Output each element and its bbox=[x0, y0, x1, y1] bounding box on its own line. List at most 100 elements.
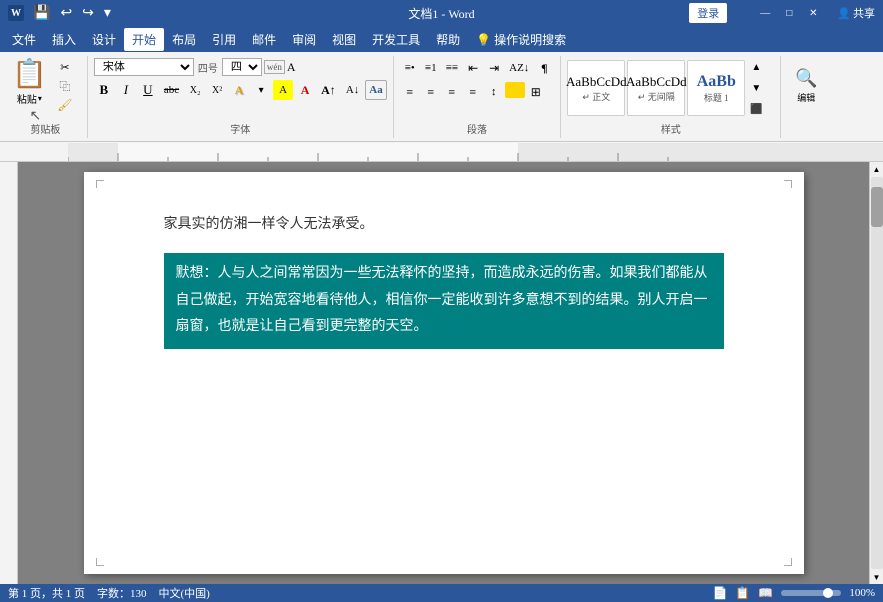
corner-tl bbox=[96, 180, 104, 188]
show-hide-btn[interactable]: ¶ bbox=[534, 58, 554, 78]
title-bar: W 💾 ↩ ↪ ▾ 文档1 - Word 登录 — □ ✕ 👤 共享 bbox=[0, 0, 883, 26]
copy-button[interactable]: ⿻ bbox=[51, 77, 79, 95]
view-read-btn[interactable]: 📄 bbox=[712, 586, 727, 601]
word-count: 字数：130 bbox=[97, 585, 147, 601]
save-quick-btn[interactable]: 💾 bbox=[30, 3, 53, 24]
borders-btn[interactable]: ⊞ bbox=[526, 82, 546, 102]
align-justify-btn[interactable]: ≡ bbox=[463, 82, 483, 102]
clipboard-group: 📋 粘贴▾ ✂ ⿻ 🖌 ↖ bbox=[4, 56, 88, 138]
styles-scroll-up[interactable]: ▲ bbox=[748, 58, 764, 76]
multilevel-list-btn[interactable]: ≡≡ bbox=[442, 58, 462, 78]
style-normal[interactable]: AaBbCcDd ↵ 正文 bbox=[567, 60, 625, 116]
font-size-select[interactable]: 四号 三号 二号 bbox=[222, 58, 262, 76]
zoom-level[interactable]: 100% bbox=[849, 587, 875, 599]
view-web-btn[interactable]: 📖 bbox=[758, 586, 773, 601]
sort-btn[interactable]: AZ↓ bbox=[505, 58, 533, 78]
font-size-increase-btn[interactable]: wén bbox=[264, 60, 285, 74]
menu-insert[interactable]: 插入 bbox=[44, 28, 84, 51]
text-effect-button[interactable]: A bbox=[229, 80, 249, 100]
strikethrough-button[interactable]: abc bbox=[160, 80, 183, 100]
subscript-button[interactable]: X₂ bbox=[185, 80, 205, 100]
style-h1-label: 标题 1 bbox=[704, 91, 729, 104]
superscript-button[interactable]: X² bbox=[207, 80, 227, 100]
bold-button[interactable]: B bbox=[94, 80, 114, 100]
menu-search[interactable]: 💡 操作说明搜索 bbox=[468, 28, 574, 51]
status-right: 📄 📋 📖 100% bbox=[712, 586, 875, 601]
bullet-list-btn[interactable]: ≡• bbox=[400, 58, 420, 78]
highlighted-text-block[interactable]: 默想：人与人之间常常因为一些无法释怀的坚持，而造成永远的伤害。如果我们都能从自己… bbox=[164, 253, 724, 349]
increase-indent-btn[interactable]: ⇥ bbox=[484, 58, 504, 78]
status-bar: 第 1 页，共 1 页 字数：130 中文(中国) 📄 📋 📖 100% bbox=[0, 584, 883, 602]
decrease-indent-btn[interactable]: ⇤ bbox=[463, 58, 483, 78]
zoom-slider[interactable] bbox=[781, 590, 841, 596]
search-button[interactable]: 🔍 编辑 bbox=[787, 58, 825, 114]
style-normal-preview: AaBbCcDd bbox=[566, 74, 627, 90]
grow-font-btn[interactable]: A↑ bbox=[317, 80, 340, 100]
page[interactable]: 家具实的仿湘一样令人无法承受。 默想：人与人之间常常因为一些无法释怀的坚持，而造… bbox=[84, 172, 804, 574]
share-icon: 👤 bbox=[837, 7, 851, 20]
login-button[interactable]: 登录 bbox=[689, 3, 727, 23]
share-button[interactable]: 👤 共享 bbox=[837, 5, 875, 21]
scroll-down-btn[interactable]: ▼ bbox=[870, 570, 883, 584]
paragraph-label: 段落 bbox=[394, 121, 561, 136]
minimize-button[interactable]: — bbox=[755, 5, 775, 21]
view-print-btn[interactable]: 📋 bbox=[735, 586, 750, 601]
clipboard-area: 📋 粘贴▾ ✂ ⿻ 🖌 ↖ bbox=[10, 58, 79, 126]
doc-scroll-area: 家具实的仿湘一样令人无法承受。 默想：人与人之间常常因为一些无法释怀的坚持，而造… bbox=[18, 162, 869, 584]
font-row1: 宋体 四号 四号 三号 二号 wén A⃝ bbox=[94, 58, 387, 76]
underline-button-group: U bbox=[138, 80, 158, 100]
menu-view[interactable]: 视图 bbox=[324, 28, 364, 51]
styles-expand-btn[interactable]: ⬛ bbox=[748, 100, 764, 118]
menu-design[interactable]: 设计 bbox=[84, 28, 124, 51]
paste-button[interactable]: 📋 粘贴▾ bbox=[10, 58, 49, 108]
styles-group: AaBbCcDd ↵ 正文 AaBbCcDd ↵ 无间隔 AaBb 标题 1 ▲… bbox=[561, 56, 781, 138]
clipboard-small-buttons: ✂ ⿻ 🖌 bbox=[51, 58, 79, 114]
styles-scroll-down[interactable]: ▼ bbox=[748, 79, 764, 97]
cut-button[interactable]: ✂ bbox=[51, 58, 79, 76]
align-left-btn[interactable]: ≡ bbox=[400, 82, 420, 102]
font-color-dropdown[interactable]: ▾ bbox=[251, 80, 271, 100]
style-no-space[interactable]: AaBbCcDd ↵ 无间隔 bbox=[627, 60, 685, 116]
menu-developer[interactable]: 开发工具 bbox=[364, 28, 428, 51]
shading-btn[interactable] bbox=[505, 82, 525, 98]
styles-scroll-buttons: ▲ ▼ ⬛ bbox=[748, 58, 764, 118]
change-case-btn[interactable]: Aa bbox=[365, 80, 386, 100]
menu-reference[interactable]: 引用 bbox=[204, 28, 244, 51]
numbered-list-btn[interactable]: ≡1 bbox=[421, 58, 441, 78]
font-label: 字体 bbox=[88, 121, 393, 136]
close-button[interactable]: ✕ bbox=[803, 5, 823, 21]
corner-br bbox=[784, 558, 792, 566]
menu-review[interactable]: 审阅 bbox=[284, 28, 324, 51]
font-name-select[interactable]: 宋体 bbox=[94, 58, 194, 76]
style-heading1[interactable]: AaBb 标题 1 bbox=[687, 60, 745, 116]
scroll-thumb[interactable] bbox=[871, 187, 883, 227]
font-size-label: 四号 bbox=[196, 60, 220, 75]
underline-button[interactable]: U bbox=[138, 80, 158, 100]
scroll-up-btn[interactable]: ▲ bbox=[870, 162, 883, 176]
menu-bar: 文件 插入 设计 开始 布局 引用 邮件 审阅 视图 开发工具 帮助 💡 操作说… bbox=[0, 26, 883, 52]
font-clear-btn[interactable]: A⃝ bbox=[287, 60, 305, 75]
menu-help[interactable]: 帮助 bbox=[428, 28, 468, 51]
menu-file[interactable]: 文件 bbox=[4, 28, 44, 51]
undo-quick-btn[interactable]: ↩ bbox=[57, 3, 75, 24]
shrink-font-btn[interactable]: A↓ bbox=[342, 80, 363, 100]
line-spacing-btn[interactable]: ↕ bbox=[484, 82, 504, 102]
menu-start[interactable]: 开始 bbox=[124, 28, 164, 51]
menu-layout[interactable]: 布局 bbox=[164, 28, 204, 51]
paste-icon: 📋 bbox=[12, 60, 47, 91]
menu-mail[interactable]: 邮件 bbox=[244, 28, 284, 51]
italic-button[interactable]: I bbox=[116, 80, 136, 100]
scroll-track[interactable] bbox=[871, 177, 883, 569]
quickaccess-more-btn[interactable]: ▾ bbox=[101, 3, 114, 24]
font-color-a[interactable]: A bbox=[295, 80, 315, 100]
corner-tr bbox=[784, 180, 792, 188]
highlight-button[interactable]: A bbox=[273, 80, 293, 100]
align-center-btn[interactable]: ≡ bbox=[421, 82, 441, 102]
format-painter-button[interactable]: 🖌 bbox=[51, 96, 79, 114]
style-normal-label: ↵ 正文 bbox=[582, 90, 610, 103]
align-right-btn[interactable]: ≡ bbox=[442, 82, 462, 102]
restore-button[interactable]: □ bbox=[779, 5, 799, 21]
redo-quick-btn[interactable]: ↪ bbox=[79, 3, 97, 24]
title-bar-left: W 💾 ↩ ↪ ▾ bbox=[8, 3, 114, 24]
styles-gallery: AaBbCcDd ↵ 正文 AaBbCcDd ↵ 无间隔 AaBb 标题 1 bbox=[567, 60, 745, 116]
